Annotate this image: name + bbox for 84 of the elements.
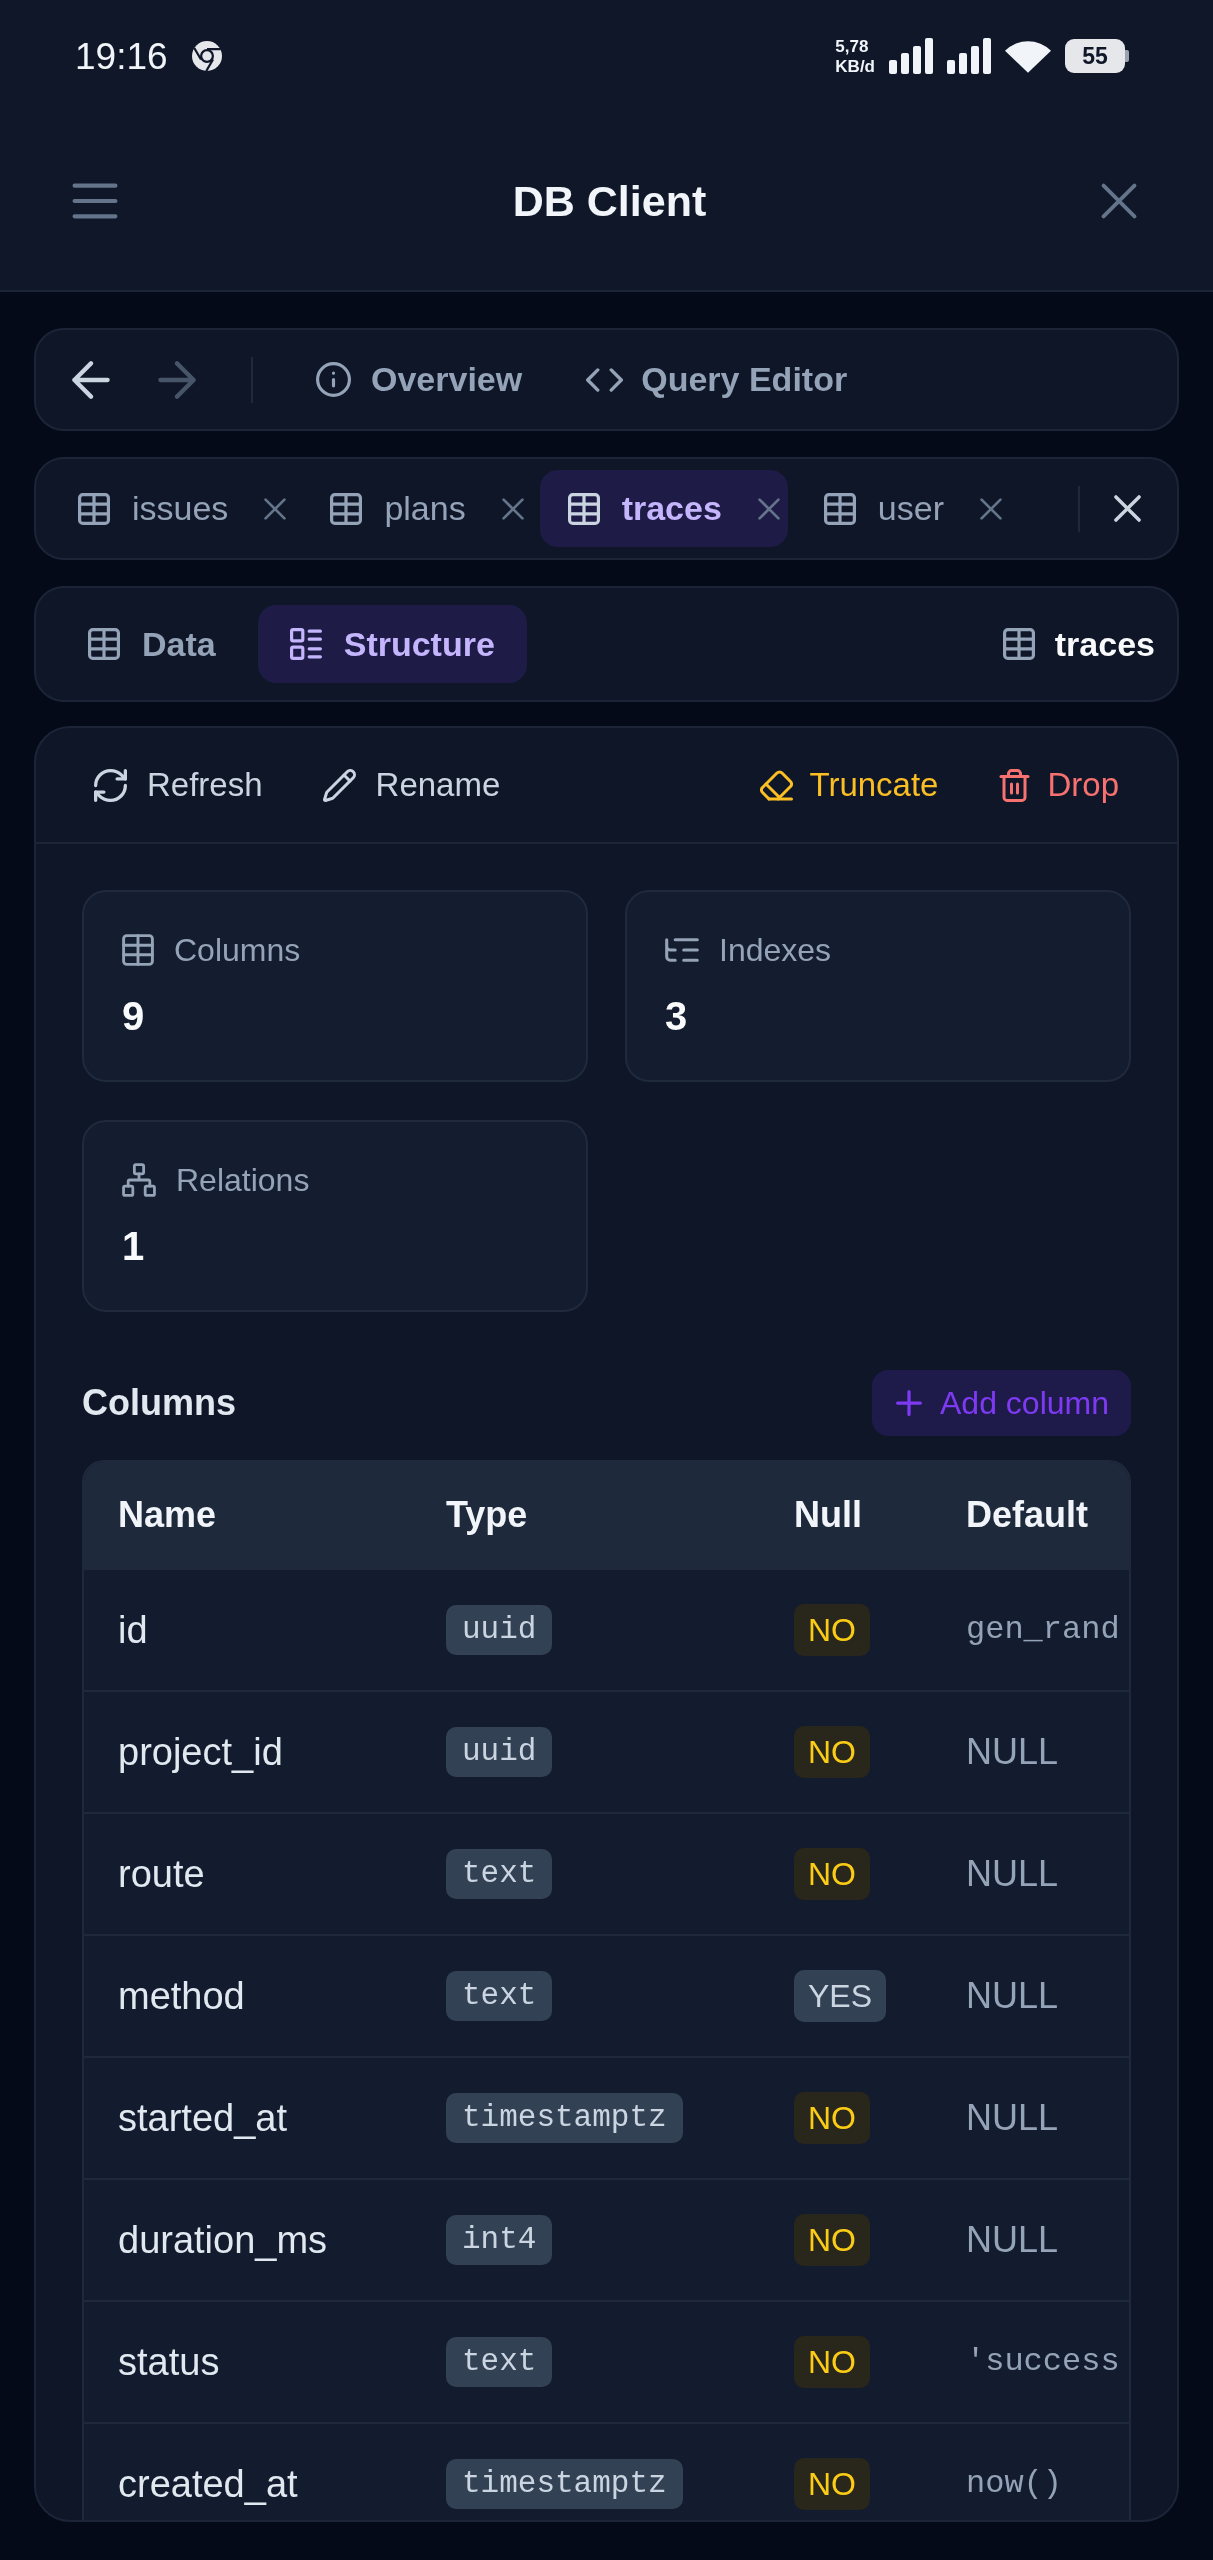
drop-button[interactable]: Drop	[978, 750, 1139, 820]
nullable-badge: NO	[794, 1848, 870, 1900]
column-name: route	[118, 1851, 205, 1897]
table-tab[interactable]: issues	[50, 470, 295, 547]
default-value: NULL	[966, 1852, 1059, 1896]
default-value: NULL	[966, 2218, 1059, 2262]
view-tab[interactable]: Structure	[257, 605, 527, 683]
nullable-badge: NO	[794, 1726, 870, 1778]
nullable-badge: YES	[794, 1970, 887, 2022]
nullable-badge: NO	[794, 1604, 870, 1656]
clock: 19:16	[75, 37, 168, 75]
default-value: now()	[966, 2464, 1062, 2504]
default-value: 'success	[966, 2342, 1120, 2382]
type-badge: text	[446, 1849, 553, 1899]
default-value: NULL	[966, 2096, 1059, 2140]
nullable-badge: NO	[794, 2336, 870, 2388]
signal-icon	[889, 38, 933, 74]
table-icon	[567, 492, 600, 525]
default-value: NULL	[966, 1974, 1059, 2018]
stat-value: 3	[665, 996, 688, 1036]
table-tab[interactable]: user	[795, 470, 1010, 547]
nullable-badge: NO	[794, 2214, 870, 2266]
network-speed-unit: KB/d	[835, 57, 875, 75]
type-badge: uuid	[446, 1605, 553, 1655]
stat-label: Indexes	[719, 931, 832, 970]
truncate-button[interactable]: Truncate	[740, 750, 959, 820]
hierarchy-icon	[122, 1163, 156, 1197]
table-icon	[122, 934, 154, 966]
type-badge: uuid	[446, 1727, 553, 1777]
refresh-button[interactable]: Refresh	[74, 750, 283, 820]
stat-value: 1	[122, 1226, 145, 1266]
network-speed-value: 5,78	[835, 37, 869, 55]
type-badge: int4	[446, 2215, 553, 2265]
column-header: Type	[446, 1493, 528, 1537]
signal-icon	[947, 38, 991, 74]
column-name: id	[118, 1607, 148, 1653]
stat-label: Relations	[176, 1161, 310, 1200]
section-title: Columns	[82, 1381, 236, 1425]
view-tab[interactable]: Data	[56, 605, 248, 683]
column-header: Name	[118, 1493, 217, 1537]
column-name: status	[118, 2339, 220, 2385]
type-badge: text	[446, 2337, 553, 2387]
info-icon	[316, 362, 351, 397]
table-icon	[78, 492, 110, 525]
trash-icon	[998, 768, 1032, 802]
arrow-left-icon[interactable]	[72, 360, 110, 399]
default-value: NULL	[966, 1730, 1059, 1774]
layout-list-icon	[289, 628, 322, 660]
default-value: gen_rand	[966, 1610, 1120, 1650]
nav-link[interactable]: Overview	[316, 354, 523, 405]
code-icon	[586, 367, 624, 392]
type-badge: timestamptz	[446, 2093, 683, 2143]
plus-icon	[896, 1390, 922, 1416]
battery-indicator: 55	[1065, 39, 1129, 73]
menu-icon[interactable]	[72, 183, 118, 219]
pencil-icon	[322, 768, 356, 802]
column-name: duration_ms	[118, 2217, 328, 2263]
list-tree-icon	[665, 938, 699, 962]
refresh-icon	[94, 768, 127, 802]
nullable-badge: NO	[794, 2458, 870, 2510]
table-icon	[1002, 628, 1035, 660]
column-name: method	[118, 1973, 245, 2019]
app-title: DB Client	[512, 179, 707, 223]
column-name: project_id	[118, 1729, 283, 1775]
eraser-icon	[760, 768, 794, 802]
table-icon	[88, 628, 120, 660]
column-name: created_at	[118, 2461, 298, 2507]
column-name: started_at	[118, 2095, 287, 2141]
stat-label: Columns	[174, 931, 301, 970]
type-badge: timestamptz	[446, 2459, 683, 2509]
wifi-icon	[1005, 39, 1051, 73]
stat-value: 9	[122, 996, 145, 1036]
table-tab[interactable]: plans	[302, 470, 532, 547]
nav-link[interactable]: Query Editor	[586, 354, 848, 405]
table-tab[interactable]: traces	[539, 470, 788, 547]
rename-button[interactable]: Rename	[302, 750, 521, 820]
current-table-name: traces	[1054, 623, 1155, 665]
nullable-badge: NO	[794, 2092, 870, 2144]
table-icon	[330, 492, 363, 525]
column-header: Default	[966, 1493, 1088, 1537]
column-header: Null	[794, 1493, 862, 1537]
table-icon	[823, 492, 856, 525]
browser-icon	[191, 41, 222, 71]
type-badge: text	[446, 1971, 553, 2021]
